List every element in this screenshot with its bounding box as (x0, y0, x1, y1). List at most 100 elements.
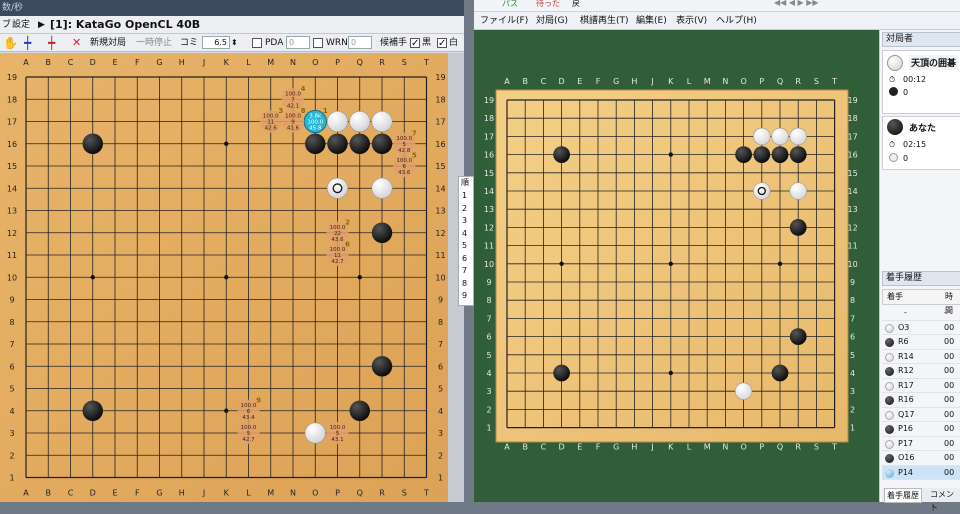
hand-icon[interactable]: ✋ (3, 34, 18, 52)
nav-icons[interactable]: ◀◀ ◀ ▶ ▶▶ (774, 0, 819, 7)
history-row[interactable]: R17 00 (882, 379, 960, 393)
col-label: N (290, 58, 296, 67)
history-row[interactable]: R14 00 (882, 350, 960, 364)
col-label: A (23, 489, 29, 498)
menu-file[interactable]: ファイル(F) (480, 12, 528, 30)
pda-label: PDA (265, 38, 284, 48)
history-row[interactable]: O16 00 (882, 451, 960, 466)
undo-button[interactable]: 待った (536, 0, 560, 9)
row-label: 4 (850, 369, 855, 378)
col-label: S (814, 443, 819, 452)
candidate-move[interactable]: 100.0542.7 (237, 421, 260, 445)
wrn-checkbox[interactable] (313, 38, 323, 48)
white-checkbox[interactable] (437, 35, 447, 53)
history-row[interactable]: R16 00 (882, 393, 960, 408)
candidate-move[interactable]: 100.0543.1 (326, 421, 349, 445)
history-row[interactable]: -- (882, 306, 960, 321)
white-stone-icon (885, 323, 894, 333)
game-board[interactable]: AABBCCDDEEFFGGHHJJKKLLMMNNOOPPQQRRSSTT19… (474, 30, 879, 502)
row-label: 6 (438, 362, 443, 371)
row-label: 12 (848, 223, 858, 232)
clock-icon: ⏱ (889, 140, 896, 149)
menu-replay[interactable]: 棋譜再生(T) (580, 12, 629, 30)
black-checkbox[interactable] (410, 35, 420, 53)
komi-stepper[interactable]: ⬍ (231, 34, 238, 52)
history-row[interactable]: Q17 00 (882, 408, 960, 422)
row-label: 19 (435, 73, 445, 82)
col-label: R (379, 489, 385, 498)
col-label: K (668, 77, 674, 86)
row-label: 18 (484, 114, 494, 123)
col-label: G (156, 489, 162, 498)
col-label: C (68, 58, 74, 67)
engine-name: [1]: KataGo OpenCL 40B (50, 18, 201, 31)
hoshi-point (357, 275, 362, 280)
row-label: 3 (486, 387, 491, 396)
history-row[interactable]: P17 00 (882, 437, 960, 451)
white-stone-icon (885, 468, 894, 478)
menu-help[interactable]: ヘルプ(H) (716, 12, 757, 30)
history-row[interactable]: P16 00 (882, 422, 960, 437)
black-stone (789, 328, 807, 345)
panel-row-number: 3 (462, 216, 468, 225)
pause-button[interactable]: 一時停止 (136, 34, 172, 52)
settings-menu[interactable]: 設定 (12, 16, 30, 34)
history-list[interactable]: - - O3 00 R6 00 R14 00 R12 00 R17 00 R16 00 Q17 00 P16 00… (882, 306, 960, 480)
play-icon[interactable]: ▶ (38, 16, 45, 34)
row-label: 2 (9, 451, 14, 460)
col-label: D (90, 489, 96, 498)
row-label: 2 (438, 451, 443, 460)
history-row[interactable]: P14 00 (882, 465, 960, 480)
pda-checkbox[interactable] (252, 38, 262, 48)
col-label: Q (777, 77, 783, 86)
row-label: 19 (7, 73, 17, 82)
col-label: F (135, 58, 140, 67)
col-label: N (722, 443, 728, 452)
history-row[interactable]: R12 00 (882, 364, 960, 379)
wrn-input[interactable]: 0 (348, 36, 372, 49)
row-label: 13 (7, 207, 17, 216)
white-stone-icon (885, 352, 894, 362)
players-header: 対局者 (882, 32, 960, 47)
col-label: A (23, 58, 29, 67)
row-label: 19 (848, 96, 858, 105)
row-label: 1 (486, 424, 491, 433)
menu-view[interactable]: 表示(V) (676, 12, 707, 30)
tab-comment[interactable]: コメント (928, 488, 960, 514)
panel-row-number: 8 (462, 278, 468, 288)
menu-edit[interactable]: 編集(E) (636, 12, 667, 30)
add-stone-red-icon[interactable]: ┿ (48, 34, 55, 52)
menu-game[interactable]: 対局(G) (536, 12, 568, 30)
history-time: - (944, 308, 947, 317)
pda-input[interactable]: 0 (286, 36, 310, 49)
row-label: 12 (7, 229, 17, 238)
komi-input[interactable]: 6.5 (202, 36, 230, 49)
black-stone (82, 133, 103, 154)
board-area: A A B B C C D D E E F F G G H H J J K K L L M M N N O O P P Q Q R R S S T T 19… (474, 30, 879, 502)
col-label: R (795, 443, 801, 452)
add-stone-black-icon[interactable]: ┿ (24, 34, 31, 52)
white-stone (371, 177, 393, 199)
row-label: 8 (486, 296, 491, 305)
row-label: 10 (484, 260, 494, 269)
col-label: F (596, 443, 601, 452)
back-button[interactable]: 戻 (572, 0, 580, 9)
analysis-board[interactable]: AABBCCDDEEFFGGHHJJKKLLMMNNOOPPQQRRSSTT19… (0, 53, 448, 502)
white-stone (789, 182, 807, 200)
tab-history[interactable]: 着手履歴 (884, 488, 922, 503)
player-white-time: 00:12 (903, 75, 927, 84)
history-time: 00 (944, 438, 955, 448)
delete-icon[interactable]: ✕ (72, 34, 81, 52)
new-game-button[interactable]: 新規対局 (90, 34, 126, 52)
pass-button[interactable]: パス (502, 0, 518, 9)
history-time: 00 (944, 380, 955, 390)
candidate-list-panel: 順 1 2 3 4 5 6 7 8 9 (458, 176, 474, 306)
col-label: O (312, 58, 318, 67)
panel-header: 順 (461, 178, 469, 187)
history-row[interactable]: O3 00 (882, 321, 960, 335)
row-label: 9 (486, 278, 491, 287)
black-stone (553, 364, 570, 382)
row-label: 17 (484, 132, 494, 141)
history-row[interactable]: R6 00 (882, 335, 960, 350)
white-stone (349, 110, 371, 133)
